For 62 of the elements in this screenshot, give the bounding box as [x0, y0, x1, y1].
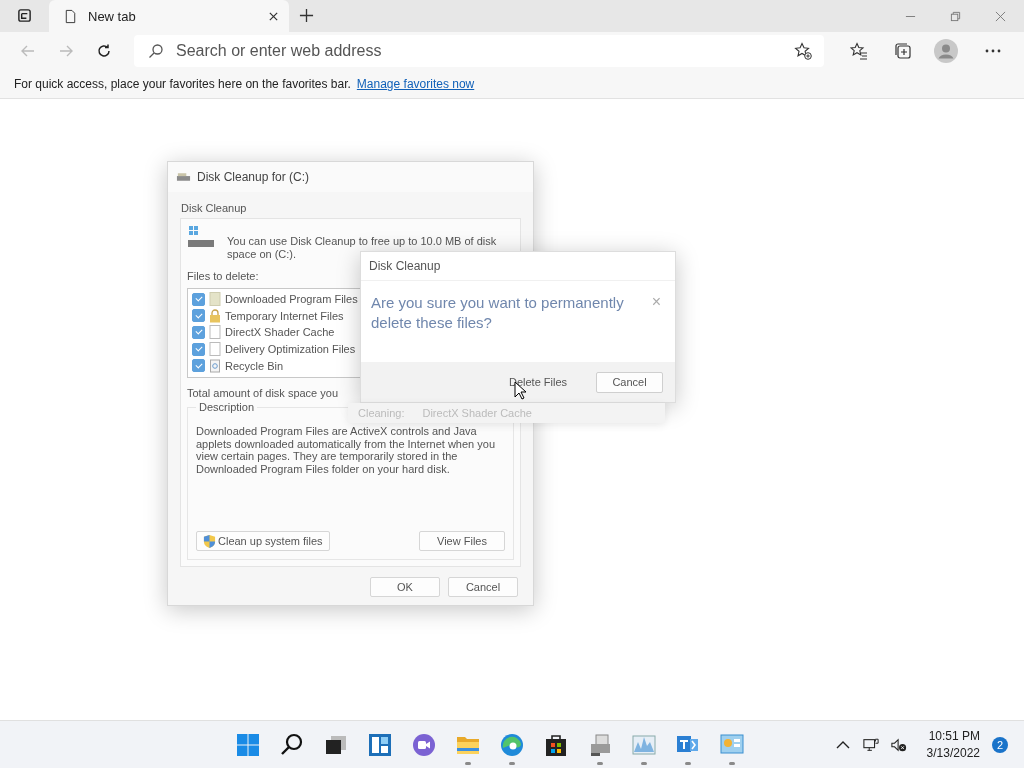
dialog-button[interactable]: OK	[370, 577, 440, 597]
chat-icon	[412, 732, 436, 757]
view-files-button[interactable]: View Files	[419, 531, 505, 551]
search-icon	[280, 732, 304, 757]
favorites-bar-message: For quick access, place your favorites here on the favorites bar.	[14, 77, 351, 91]
clock-time[interactable]: 10:51 PM	[928, 729, 980, 743]
browser-icon	[500, 732, 524, 757]
search-icon	[148, 43, 164, 59]
profile-avatar-icon[interactable]	[934, 39, 958, 63]
shopping-bag-icon	[544, 732, 568, 757]
drive-icon	[176, 171, 191, 183]
refresh-icon[interactable]	[96, 43, 112, 59]
restore-icon[interactable]	[950, 10, 961, 22]
new-tab-icon[interactable]	[299, 8, 314, 23]
file-category[interactable]: Recycle Bin	[225, 359, 284, 372]
collections-icon[interactable]	[894, 42, 912, 60]
file-icon	[209, 325, 221, 340]
checkbox[interactable]	[192, 292, 205, 306]
browser-tab[interactable]: New tab	[49, 0, 289, 32]
clock-date[interactable]: 3/13/2022	[926, 746, 980, 760]
recycle-bin-icon	[209, 358, 221, 373]
network-icon[interactable]	[862, 736, 879, 753]
description-label: Description	[196, 401, 258, 413]
description-text: Downloaded Program Files are ActiveX controls and Java applets downloaded automatically from the Internet when you view certain pages. They are temporarily stored in the Downloaded Program Files folder on your hard disk.	[196, 425, 496, 475]
widgets-icon	[368, 732, 392, 757]
close-icon[interactable]	[268, 10, 279, 22]
dialog-button[interactable]: Delete Files	[498, 371, 578, 393]
checkbox[interactable]	[192, 326, 205, 339]
file-category[interactable]: Temporary Internet Files	[225, 309, 344, 322]
page-icon	[63, 8, 78, 24]
shield-icon	[203, 533, 216, 549]
disk-cleanup-tab[interactable]: Disk Cleanup	[180, 200, 253, 218]
lock-icon	[209, 308, 221, 323]
dashboard-icon	[720, 732, 744, 757]
cleaning-label: Cleaning:	[358, 407, 405, 419]
notification-badge[interactable]: 2	[992, 736, 1008, 753]
speaker-muted-icon[interactable]	[890, 736, 907, 753]
clean-up-system-files-button[interactable]: Clean up system files	[196, 531, 330, 551]
checkbox[interactable]	[192, 342, 205, 356]
address-bar[interactable]: Search or enter web address	[134, 35, 824, 67]
intro-text: You can use Disk Cleanup to free up to 10.0 MB of disk space on (C:).	[227, 235, 497, 261]
confirm-question: Are you sure you want to permanently delete these files?	[371, 293, 625, 333]
favorites-icon[interactable]	[850, 42, 868, 60]
total-space-label: Total amount of disk space you	[187, 387, 340, 399]
windows-start-icon	[236, 732, 260, 757]
file-category[interactable]: Delivery Optimization Files	[225, 343, 356, 356]
performance-chart-icon	[632, 732, 656, 757]
window-title: Disk Cleanup for (C:)	[197, 170, 310, 184]
checkbox[interactable]	[192, 309, 205, 323]
checkbox[interactable]	[192, 359, 205, 373]
files-to-delete-label: Files to delete:	[187, 270, 260, 282]
tab-actions-icon[interactable]	[17, 8, 32, 23]
file-category[interactable]: DirectX Shader Cache	[225, 326, 335, 339]
file-icon	[209, 342, 221, 357]
add-favorite-icon[interactable]	[794, 42, 812, 60]
file-category[interactable]: Downloaded Program Files	[225, 293, 358, 306]
dialog-button[interactable]: Cancel	[596, 371, 663, 393]
dialog-title: Disk Cleanup	[369, 259, 441, 273]
file-icon	[209, 292, 221, 307]
dialog-button[interactable]: Cancel	[448, 577, 518, 597]
printer-icon	[588, 732, 612, 757]
manage-favorites-link[interactable]: Manage favorites now	[356, 77, 475, 91]
